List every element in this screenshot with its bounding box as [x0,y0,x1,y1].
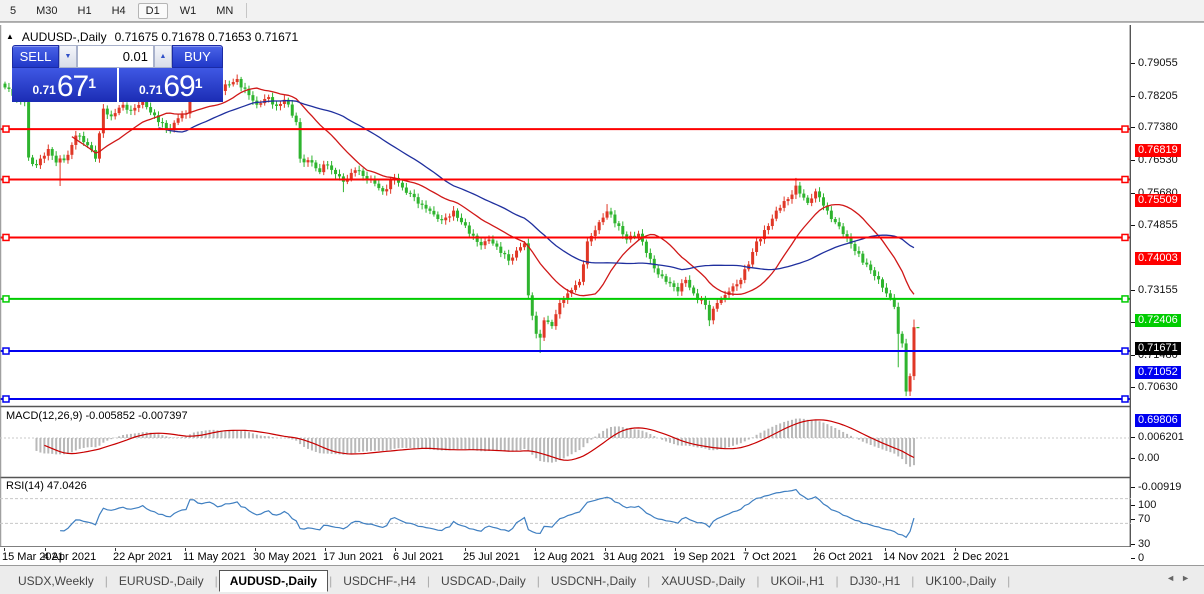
buy-price-prefix: 0.71 [138,83,163,97]
price-tick-label: 0.73155 [1131,284,1178,296]
date-label: 31 Aug 2021 [603,551,665,563]
symbol-tab-usdchf-[interactable]: USDCHF-,H4 [333,571,426,591]
date-label: 4 Apr 2021 [43,551,97,563]
sell-price-big: 67 [56,70,89,103]
volume-increase-button[interactable]: ▲ [154,45,172,68]
chart-title: ▲ AUDUSD-,Daily 0.71675 0.71678 0.71653 … [6,30,298,44]
symbol-tab-uk100-[interactable]: UK100-,Daily [915,571,1006,591]
symbol-tab-usdx[interactable]: USDX,Weekly [8,571,104,591]
date-label: 19 Sep 2021 [673,551,736,563]
tab-separator: | [426,573,431,588]
timeframe-button-d1[interactable]: D1 [137,2,168,19]
rsi-tick-label: 100 [1131,499,1156,511]
date-label: 25 Jul 2021 [463,551,520,563]
sell-price-prefix: 0.71 [32,83,56,97]
price-tick-label: 0.77380 [1131,121,1178,133]
macd-tick-label: -0.00919 [1131,481,1181,493]
rsi-tick-label: 0 [1131,552,1144,564]
symbol-tab-audusd-[interactable]: AUDUSD-,Daily [218,569,329,592]
tab-separator: | [536,573,540,588]
symbol-tab-usdcad-[interactable]: USDCAD-,Daily [431,571,536,591]
rsi-tick-label: 70 [1131,513,1150,525]
date-label: 11 May 2021 [183,551,246,563]
chart-ohlc-values: 0.71675 0.71678 0.71653 0.71671 [114,30,299,44]
one-click-trade-panel: SELL ▼ 0.01 ▲ BUY 0.71 67 1 0.71 69 1 [12,45,223,102]
tab-separator: | [756,573,760,588]
line-price-badge: 0.71052 [1135,366,1181,380]
collapse-panel-icon[interactable]: ▲ [6,32,14,41]
symbol-tab-bar: USDX,Weekly | EURUSD-,Daily | AUDUSD-,Daily |… [0,565,1204,594]
volume-input[interactable]: 0.01 [77,45,154,68]
line-price-badge: 0.74003 [1135,252,1181,266]
current-price-badge: 0.71671 [1135,342,1181,356]
chart-window: ▲ AUDUSD-,Daily 0.71675 0.71678 0.71653 … [0,22,1204,565]
date-label: 7 Oct 2021 [743,551,797,563]
tab-separator: | [647,573,651,588]
buy-price-display[interactable]: 0.71 69 1 [118,68,223,103]
date-label: 26 Oct 2021 [813,551,873,563]
tab-separator: | [214,573,218,588]
chart-symbol-period: AUDUSD-,Daily [21,30,107,44]
buy-button[interactable]: BUY [172,45,223,68]
buy-price-pip: 1 [194,75,203,91]
sell-button[interactable]: SELL [12,45,59,68]
sell-price-pip: 1 [88,75,97,91]
tab-separator: | [329,573,333,588]
tab-separator: | [911,573,915,588]
tab-separator: | [104,573,108,588]
symbol-tab-usdcnh-[interactable]: USDCNH-,Daily [541,571,646,591]
symbol-tab-dj30-[interactable]: DJ30-,H1 [840,571,911,591]
date-label: 6 Jul 2021 [393,551,444,563]
timeframe-toolbar: 5 M30 H1 H4 D1 W1 MN [0,0,1204,22]
timeframe-button-h1[interactable]: H1 [70,3,100,19]
rsi-indicator-label: RSI(14) 47.0426 [6,480,87,492]
price-tick-label: 0.70630 [1131,381,1178,393]
symbol-tab-ukoil-[interactable]: UKOil-,H1 [760,571,834,591]
rsi-tick-label: 30 [1131,538,1150,550]
date-label: 2 Dec 2021 [953,551,1010,563]
date-label: 12 Aug 2021 [533,551,595,563]
volume-decrease-button[interactable]: ▼ [59,45,77,68]
date-label: 30 May 2021 [253,551,317,563]
timeframe-button-w1[interactable]: W1 [172,3,205,19]
macd-indicator-label: MACD(12,26,9) -0.005852 -0.007397 [6,410,188,422]
line-price-badge: 0.76819 [1135,144,1181,158]
sell-price-display[interactable]: 0.71 67 1 [12,68,117,102]
timeframe-button-m30[interactable]: M30 [28,3,65,19]
timeframe-button-h4[interactable]: H4 [104,3,134,19]
symbol-tab-xauusd-[interactable]: XAUUSD-,Daily [651,571,755,591]
macd-tick-label: 0.006201 [1131,431,1184,443]
price-tick-label: 0.78205 [1131,90,1178,102]
date-label: 14 Nov 2021 [883,551,946,563]
symbol-tab-eurusd-[interactable]: EURUSD-,Daily [109,571,214,591]
toolbar-separator [246,3,248,18]
mt4-window: 5 M30 H1 H4 D1 W1 MN ▲ AUDUSD-,Daily 0.71675 0… [0,0,1204,594]
line-price-badge: 0.72406 [1135,313,1181,327]
timeframe-button-5[interactable]: 5 [2,3,24,19]
timeframe-button-mn[interactable]: MN [208,3,241,19]
date-axis[interactable]: 15 Mar 2021 4 Apr 2021 22 Apr 2021 11 May 2… [0,548,1131,565]
tab-separator: | [835,573,839,588]
date-label: 22 Apr 2021 [113,551,173,563]
tab-separator: | [1007,573,1011,588]
line-price-badge: 0.69806 [1135,413,1181,427]
date-label: 17 Jun 2021 [323,551,384,563]
macd-tick-label: 0.00 [1131,452,1159,464]
price-axis[interactable]: 0.79055 0.78205 0.77380 0.76530 0.75680 0.748… [1131,25,1204,570]
tab-scroll-arrows[interactable]: ◄► [1166,573,1196,583]
price-tick-label: 0.79055 [1131,57,1178,69]
price-tick-label: 0.74855 [1131,219,1178,231]
buy-price-big: 69 [163,70,195,103]
line-price-badge: 0.75509 [1135,194,1181,208]
